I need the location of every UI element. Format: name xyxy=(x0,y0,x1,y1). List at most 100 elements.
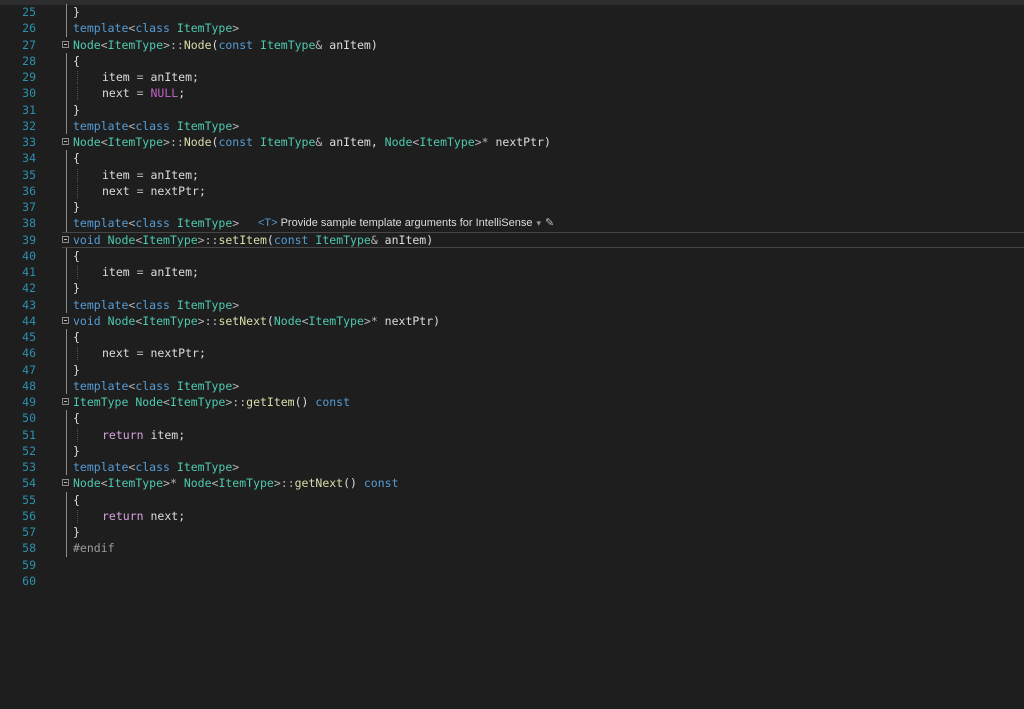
line-number: 39 xyxy=(22,232,36,247)
code-token: Node xyxy=(384,135,413,149)
code-line[interactable]: } xyxy=(62,524,1024,541)
code-token: next xyxy=(102,183,130,198)
code-line[interactable]: } xyxy=(62,280,1024,297)
code-line[interactable]: void Node<ItemType>::setNext(Node<ItemTy… xyxy=(62,313,1024,329)
code-line[interactable]: return next; xyxy=(62,507,1024,524)
collapse-toggle-icon[interactable] xyxy=(62,138,69,145)
code-line[interactable]: ItemType Node<ItemType>::getItem() const xyxy=(62,394,1024,410)
code-line[interactable]: } xyxy=(62,361,1024,378)
code-line[interactable]: { xyxy=(62,410,1024,427)
code-token: { xyxy=(73,330,80,344)
line-number: 59 xyxy=(22,557,36,572)
code-token: void xyxy=(73,313,101,328)
collapse-toggle-icon[interactable] xyxy=(62,235,69,243)
code-token: Node xyxy=(107,313,136,328)
code-editor[interactable]: 25 26 27 28 29 30 31 32 33 34 35 36 37 38 39 40 41 42 43 44… xyxy=(0,0,1024,709)
fold-region-line xyxy=(66,442,67,459)
collapse-toggle-icon[interactable] xyxy=(62,40,69,48)
line-number: 30 xyxy=(22,86,36,101)
code-token: >:: xyxy=(163,135,184,149)
code-line[interactable]: next = nextPtr; xyxy=(62,345,1024,362)
code-token: & xyxy=(315,37,330,52)
code-text: } xyxy=(73,362,80,378)
code-line[interactable]: return item; xyxy=(62,426,1024,443)
code-token: { xyxy=(73,248,80,263)
pencil-icon[interactable]: ✎ xyxy=(545,217,554,229)
code-token: > xyxy=(232,216,240,231)
code-token: { xyxy=(73,492,80,507)
line-number: 60 xyxy=(22,573,36,588)
code-text: { xyxy=(73,329,80,345)
code-token: getItem xyxy=(246,395,295,409)
code-line[interactable]: } xyxy=(62,4,1024,21)
code-line[interactable]: } xyxy=(62,442,1024,459)
code-line[interactable]: } xyxy=(62,199,1024,216)
collapse-toggle-icon[interactable] xyxy=(62,398,69,405)
code-area[interactable]: } template<class ItemType> Node<ItemType>:… xyxy=(62,4,1024,589)
code-token: template xyxy=(73,460,129,474)
fold-region-line xyxy=(66,20,67,37)
code-token: Node xyxy=(107,232,136,247)
code-line[interactable]: item = anItem; xyxy=(62,69,1024,86)
code-line[interactable]: Node<ItemType>::Node(const ItemType& anI… xyxy=(62,134,1024,150)
code-text: } xyxy=(73,524,80,540)
code-token: >* xyxy=(363,313,385,328)
code-line[interactable]: { xyxy=(62,329,1024,346)
code-text: void Node<ItemType>::setItem(const ItemT… xyxy=(73,232,433,248)
code-token: class xyxy=(135,460,170,474)
code-line[interactable]: #endif xyxy=(62,540,1024,557)
code-line[interactable]: template<class ItemType> xyxy=(62,296,1024,313)
code-token: ; xyxy=(192,70,199,84)
code-token: } xyxy=(73,200,80,214)
code-line[interactable]: template<class ItemType> xyxy=(62,459,1024,476)
code-line[interactable]: template<class ItemType> xyxy=(62,117,1024,134)
code-line[interactable]: Node<ItemType>* Node<ItemType>::getNext(… xyxy=(62,475,1024,491)
code-token: ; xyxy=(198,346,206,361)
code-token: const xyxy=(218,135,254,149)
code-line[interactable]: next = nextPtr; xyxy=(62,182,1024,199)
chevron-down-icon[interactable]: ▾ xyxy=(536,218,541,228)
line-number: 50 xyxy=(22,411,36,426)
intellisense-message[interactable]: Provide sample template arguments for In… xyxy=(281,217,533,229)
code-token: >:: xyxy=(197,313,219,328)
line-number: 53 xyxy=(22,460,36,474)
code-line[interactable]: item = anItem; xyxy=(62,264,1024,281)
code-line[interactable]: template<class ItemType> <T> Provide sampl… xyxy=(62,215,1024,232)
code-line[interactable]: { xyxy=(62,52,1024,69)
indent-guide xyxy=(77,87,78,101)
code-token: void xyxy=(73,232,101,247)
fold-region-line xyxy=(66,4,67,21)
code-text: void Node<ItemType>::setNext(Node<ItemTy… xyxy=(73,313,440,329)
code-line[interactable]: template<class ItemType> xyxy=(62,377,1024,394)
code-token: item xyxy=(102,265,130,279)
collapse-toggle-icon[interactable] xyxy=(62,316,69,324)
code-line[interactable]: item = anItem; xyxy=(62,166,1024,183)
code-line[interactable] xyxy=(62,557,1024,573)
code-token: class xyxy=(135,118,170,133)
code-token: anItem xyxy=(329,135,371,149)
code-text: { xyxy=(73,492,80,508)
code-line[interactable]: { xyxy=(62,247,1024,264)
line-number: 32 xyxy=(22,118,36,133)
fold-region-line xyxy=(66,410,67,427)
intellisense-template-bar[interactable]: <T> Provide sample template arguments for… xyxy=(254,215,559,232)
code-text: } xyxy=(73,280,80,296)
code-line[interactable] xyxy=(62,573,1024,589)
collapse-toggle-icon[interactable] xyxy=(62,479,69,487)
code-line[interactable]: } xyxy=(62,101,1024,118)
code-line[interactable]: next = NULL; xyxy=(62,85,1024,102)
line-number: 37 xyxy=(22,200,36,214)
code-line[interactable]: { xyxy=(62,150,1024,167)
code-token: = xyxy=(129,70,151,84)
code-line[interactable]: void Node<ItemType>::setItem(const ItemT… xyxy=(62,231,1024,248)
code-line[interactable]: template<class ItemType> xyxy=(62,20,1024,37)
code-token: nextPtr xyxy=(495,135,544,149)
code-line[interactable]: Node<ItemType>::Node(const ItemType& anI… xyxy=(62,37,1024,53)
code-token: const xyxy=(315,395,351,409)
code-text: { xyxy=(73,248,80,264)
code-line[interactable]: { xyxy=(62,491,1024,508)
